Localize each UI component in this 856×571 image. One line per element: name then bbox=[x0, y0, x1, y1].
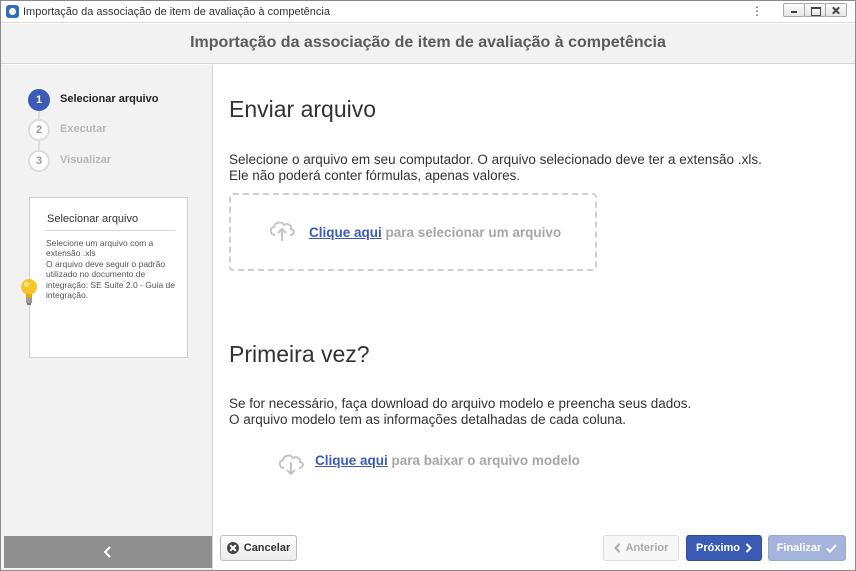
finish-button[interactable]: Finalizar bbox=[768, 535, 846, 561]
step-number: 2 bbox=[28, 119, 50, 141]
tip-title: Selecionar arquivo bbox=[47, 213, 139, 225]
cloud-download-icon bbox=[278, 454, 304, 475]
tip-body: Selecione um arquivo com a extensão .xls… bbox=[46, 238, 178, 300]
download-template-line: Clique aqui para baixar o arquivo modelo bbox=[315, 453, 580, 468]
sidebar-collapse-button[interactable] bbox=[4, 536, 212, 568]
file-dropzone[interactable]: Clique aqui para selecionar um arquivo bbox=[229, 193, 597, 271]
chevron-left-icon bbox=[613, 543, 620, 553]
minimize-button[interactable] bbox=[783, 3, 805, 17]
cancel-label: Cancelar bbox=[243, 542, 291, 554]
cancel-button[interactable]: Cancelar bbox=[220, 535, 297, 561]
lightbulb-icon bbox=[21, 279, 37, 305]
title-bar: Importação da associação de item de aval… bbox=[1, 1, 855, 23]
finish-label: Finalizar bbox=[776, 542, 822, 554]
checkmark-icon bbox=[826, 543, 838, 553]
step-label: Visualizar bbox=[60, 154, 112, 166]
step-label: Executar bbox=[60, 123, 107, 135]
instruction-line: Selecione o arquivo em seu computador. O… bbox=[229, 152, 762, 167]
tip-line: O arquivo deve seguir o padrão utilizado… bbox=[46, 258, 175, 301]
cloud-upload-icon bbox=[269, 221, 295, 241]
divider bbox=[45, 230, 175, 231]
next-button[interactable]: Próximo bbox=[686, 535, 762, 561]
select-file-line: Clique aqui para selecionar um arquivo bbox=[309, 225, 561, 240]
maximize-button[interactable] bbox=[804, 3, 826, 17]
dialog-header: Importação da associação de item de aval… bbox=[1, 24, 855, 64]
step-label: Selecionar arquivo bbox=[60, 93, 159, 105]
window-title: Importação da associação de item de aval… bbox=[23, 6, 330, 18]
download-template-link[interactable]: Clique aqui bbox=[315, 453, 388, 468]
step-connector bbox=[38, 141, 40, 150]
help-tip-card: Selecionar arquivo Selecione um arquivo … bbox=[29, 197, 188, 358]
main-content: Enviar arquivo Selecione o arquivo em se… bbox=[214, 65, 855, 570]
instruction-line: O arquivo modelo tem as informações deta… bbox=[229, 412, 626, 427]
select-file-link[interactable]: Clique aqui bbox=[309, 225, 382, 240]
download-template-text: para baixar o arquivo modelo bbox=[387, 453, 580, 468]
select-file-text: para selecionar um arquivo bbox=[381, 225, 562, 240]
chevron-left-icon bbox=[103, 546, 111, 558]
wizard-sidebar: 1 Selecionar arquivo 2 Executar 3 Visual… bbox=[1, 65, 213, 570]
send-file-instructions: Selecione o arquivo em seu computador. O… bbox=[229, 152, 762, 184]
instruction-line: Ele não poderá conter fórmulas, apenas v… bbox=[229, 168, 521, 183]
step-number: 1 bbox=[28, 89, 50, 111]
dialog-window: Importação da associação de item de aval… bbox=[0, 0, 856, 571]
cancel-icon bbox=[226, 542, 239, 554]
window-menu-icon[interactable]: ⋮ bbox=[750, 4, 764, 18]
chevron-right-icon bbox=[745, 543, 752, 553]
first-time-instructions: Se for necessário, faça download do arqu… bbox=[229, 396, 691, 428]
app-logo-icon bbox=[6, 5, 19, 18]
send-file-heading: Enviar arquivo bbox=[229, 96, 377, 122]
close-button[interactable] bbox=[825, 3, 847, 17]
page-title: Importação da associação de item de aval… bbox=[190, 34, 666, 51]
first-time-heading: Primeira vez? bbox=[229, 341, 370, 367]
tip-line: Selecione um arquivo com a extensão .xls bbox=[46, 238, 154, 259]
previous-label: Anterior bbox=[625, 542, 669, 554]
instruction-line: Se for necessário, faça download do arqu… bbox=[229, 396, 692, 411]
next-label: Próximo bbox=[695, 542, 740, 554]
step-number: 3 bbox=[28, 150, 50, 172]
previous-button[interactable]: Anterior bbox=[603, 535, 679, 561]
